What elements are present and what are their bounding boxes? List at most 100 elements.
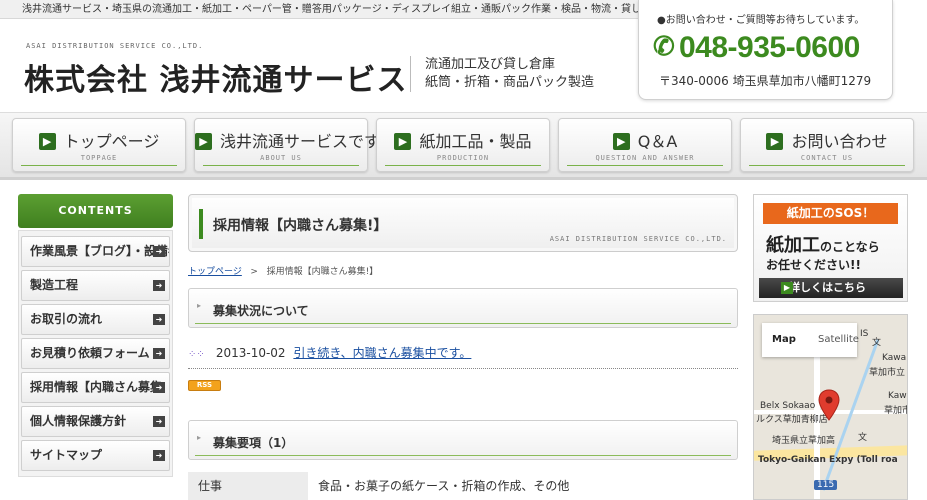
nav-contact[interactable]: ▶ お問い合わせ CONTACT US: [740, 118, 914, 172]
title-accent-bar: [199, 209, 203, 239]
tagline-line-1: 流通加工及び貸し倉庫: [425, 57, 556, 72]
nav-label-english: QUESTION AND ANSWER: [595, 154, 695, 162]
arrow-right-icon: ▶: [612, 133, 630, 150]
map-tab-satellite[interactable]: Satellite: [818, 334, 859, 345]
sos-details-label: 詳しくはこちら: [789, 281, 866, 294]
sos-headline-big: 紙加工: [766, 235, 820, 256]
nav-label: お問い合わせ: [791, 132, 888, 151]
sidebar-item-sitemap[interactable]: サイトマップ ➜: [21, 440, 170, 471]
sparkle-icon: ⁘⁘: [188, 349, 205, 360]
map-label: Kaw: [888, 391, 907, 401]
breadcrumb-home-link[interactable]: トップページ: [188, 267, 242, 277]
arrow-right-icon: ➜: [153, 450, 165, 461]
nav-top-page[interactable]: ▶ トップページ TOPPAGE: [12, 118, 186, 172]
map-type-toggle: Map Satellite: [762, 323, 859, 357]
arrow-right-icon: ▶: [195, 133, 212, 150]
news-item: ⁘⁘ 2013-10-02 引き続き、内職さん募集中です。: [188, 344, 738, 369]
route-shield: 115: [814, 480, 838, 490]
map-label: ルクス草加青柳店: [756, 415, 828, 425]
arrow-right-icon: ➜: [153, 348, 165, 359]
section-title: 募集要項（1）: [213, 436, 294, 450]
arrow-right-icon: ➜: [153, 382, 165, 393]
nav-label-english: TOPPAGE: [80, 154, 118, 162]
map-label: 草加市立: [884, 406, 907, 416]
company-logo[interactable]: 株式会社 浅井流通サービス: [24, 55, 407, 99]
header-tagline: 流通加工及び貸し倉庫 紙筒・折箱・商品パック製造: [410, 56, 594, 92]
sidebar-heading: CONTENTS: [18, 194, 173, 228]
company-address: 〒340-0006 埼玉県草加市八幡町1279: [659, 74, 872, 88]
job-table-row: 仕事 食品・お菓子の紙ケース・折箱の作成、その他: [188, 472, 738, 500]
job-table-key: 仕事: [188, 472, 308, 500]
arrow-right-icon: ➜: [153, 246, 165, 257]
sos-subline: お任せください!!: [766, 258, 861, 272]
rss-button[interactable]: RSS: [188, 380, 221, 391]
arrow-right-icon: ▶: [781, 282, 793, 294]
sidebar-item-process[interactable]: 製造工程 ➜: [21, 270, 170, 301]
sidebar-item-label: お見積り依頼フォーム: [30, 346, 150, 360]
map-pin-icon[interactable]: [818, 389, 840, 421]
section-heading-status: ▸ 募集状況について: [188, 288, 738, 328]
job-table-value: 食品・お菓子の紙ケース・折箱の作成、その他: [318, 479, 570, 493]
arrow-right-icon: ➜: [153, 280, 165, 291]
nav-label: Q＆A: [637, 132, 678, 151]
sidebar-item-label: サイトマップ: [30, 448, 103, 462]
map-label: IS: [860, 329, 869, 339]
page-title-box: 採用情報【内職さん募集!】 ASAI DISTRIBUTION SERVICE …: [188, 194, 738, 252]
sidebar-item-label: お取引の流れ: [30, 312, 103, 326]
right-column: 紙加工のSOS！ 紙加工のことなら お任せください!! ▶ 詳しくはこちら Map…: [753, 194, 908, 500]
sos-details-button[interactable]: ▶ 詳しくはこちら: [759, 278, 903, 298]
nav-production[interactable]: ▶ 紙加工品・製品 PRODUCTION: [376, 118, 550, 172]
map-label: 埼玉県立草加高: [772, 436, 836, 446]
section-title: 募集状況について: [213, 304, 309, 318]
sidebar: CONTENTS 作業風景【ブログ】・設備者 ➜ 製造工程 ➜ お取引の流れ ➜ お見…: [18, 194, 173, 477]
sidebar-item-privacy[interactable]: 個人情報保護方針 ➜: [21, 406, 170, 437]
top-tagline-bar: 浅井流通サービス・埼玉県の流通加工・紙加工・ペーパー管・贈答用パッケージ・ディス…: [0, 0, 640, 19]
nav-qa[interactable]: ▶ Q＆A QUESTION AND ANSWER: [558, 118, 732, 172]
sos-badge: 紙加工のSOS！: [763, 203, 898, 224]
contact-box: ●お問い合わせ・ご質問等お待ちしています。 ✆ 048-935-0600 〒340…: [638, 0, 893, 100]
contact-message: ●お問い合わせ・ご質問等お待ちしています。: [657, 15, 865, 26]
nav-label: 浅井流通サービスです: [220, 132, 381, 151]
tagline-line-2: 紙筒・折箱・商品パック製造: [425, 75, 595, 90]
main-content: 採用情報【内職さん募集!】 ASAI DISTRIBUTION SERVICE …: [188, 194, 738, 500]
breadcrumb: トップページ > 採用情報【内職さん募集!】: [188, 264, 378, 277]
page-title: 採用情報【内職さん募集!】: [213, 218, 388, 234]
nav-label-english: CONTACT US: [800, 154, 854, 162]
map-label: Tokyo-Gaikan Expy (Toll roa: [758, 455, 898, 465]
sidebar-item-label: 採用情報【内職さん募集: [30, 380, 163, 394]
nav-label: 紙加工品・製品: [419, 132, 532, 151]
top-tagline-text: 浅井流通サービス・埼玉県の流通加工・紙加工・ペーパー管・贈答用パッケージ・ディス…: [22, 4, 640, 15]
nav-about-us[interactable]: ▶ 浅井流通サービスです ABOUT US: [194, 118, 380, 172]
arrow-right-icon: ▶: [394, 133, 412, 150]
map-label: 文: [858, 433, 868, 443]
sidebar-item-estimate[interactable]: お見積り依頼フォーム ➜: [21, 338, 170, 369]
section-heading-requirements: ▸ 募集要項（1）: [188, 420, 738, 460]
news-link[interactable]: 引き続き、内職さん募集中です。: [293, 346, 471, 360]
page-title-english: ASAI DISTRIBUTION SERVICE CO.,LTD.: [549, 235, 727, 243]
map-label: Belx Sokaao: [760, 401, 816, 411]
phone-icon: ✆: [653, 31, 675, 61]
sidebar-item-label: 作業風景【ブログ】・設備者: [30, 244, 170, 258]
map-road: [814, 355, 820, 499]
sidebar-item-blog[interactable]: 作業風景【ブログ】・設備者 ➜: [21, 236, 170, 267]
breadcrumb-separator: >: [250, 267, 258, 277]
sos-headline-small: のことなら: [820, 240, 880, 254]
nav-label: トップページ: [63, 132, 160, 151]
triangle-marker-icon: ▸: [197, 433, 202, 442]
arrow-right-icon: ▶: [766, 133, 784, 150]
phone-number[interactable]: ✆ 048-935-0600: [653, 31, 860, 65]
nav-label-english: PRODUCTION: [436, 154, 490, 162]
embedded-map[interactable]: Map Satellite IS 文 Kawa 草加市立 Kaw 草加市立 Be…: [753, 314, 908, 500]
arrow-right-icon: ➜: [153, 416, 165, 427]
sidebar-item-label: 製造工程: [30, 278, 79, 292]
news-date: 2013-10-02: [215, 346, 286, 360]
map-label: 文: [872, 338, 882, 348]
nav-label-english: ABOUT US: [260, 154, 302, 162]
map-label: 草加市立: [869, 368, 906, 378]
sos-banner[interactable]: 紙加工のSOS！ 紙加工のことなら お任せください!! ▶ 詳しくはこちら: [753, 194, 908, 302]
sidebar-item-flow[interactable]: お取引の流れ ➜: [21, 304, 170, 335]
arrow-right-icon: ➜: [153, 314, 165, 325]
map-tab-map[interactable]: Map: [772, 334, 796, 345]
sidebar-item-recruit[interactable]: 採用情報【内職さん募集 ➜: [21, 372, 170, 403]
triangle-marker-icon: ▸: [197, 301, 202, 310]
